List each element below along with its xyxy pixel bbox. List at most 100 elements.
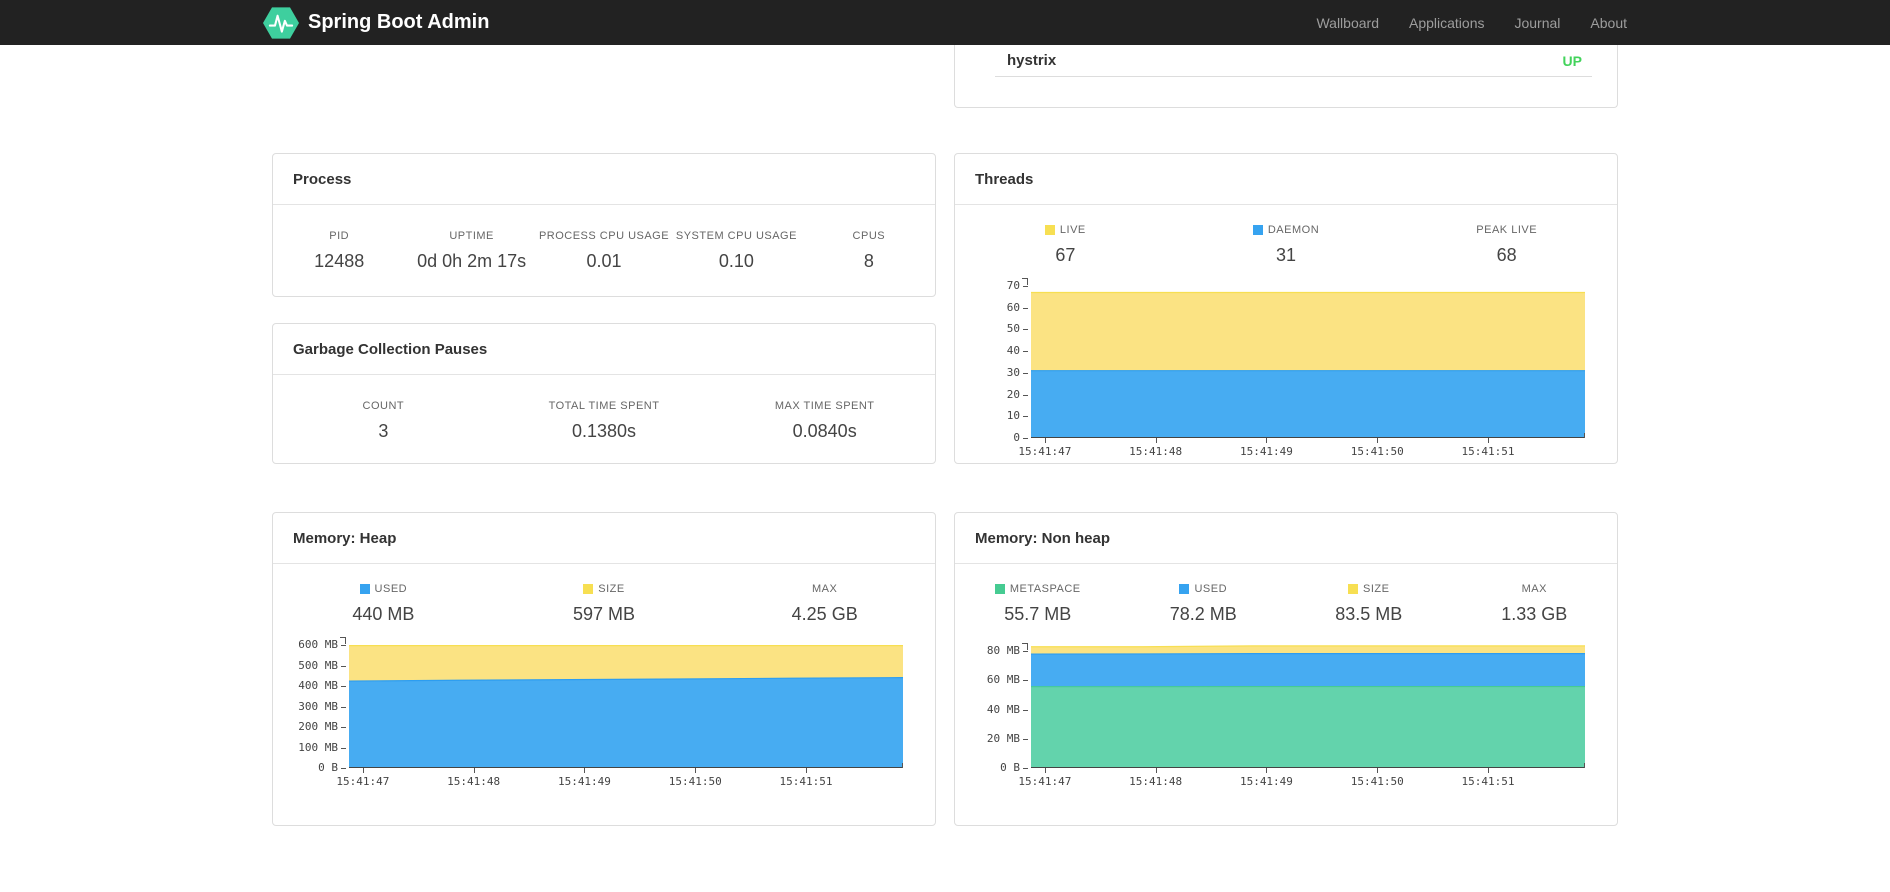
y-axis-tick [1023,680,1028,682]
y-axis-tick [341,686,346,687]
y-axis-label: 0 B [1000,761,1020,774]
y-axis-tick [1023,651,1028,652]
legend-swatch [1348,583,1359,594]
y-axis-tick [1023,351,1028,353]
y-axis-label: 200 MB [298,720,338,733]
x-axis-tick [473,768,475,773]
stat-value: 55.7 MB [1004,604,1072,624]
nonheap-plot-area: 0 B 20 MB 40 MB 60 MB 80 MB 15:41:47 15:41:48 1… [987,643,1585,788]
threads-chart: 0 10 20 30 40 50 60 70 15:41:47 15:41:48 15:41:49 1… [1007,278,1585,458]
x-axis-label: 15:41:47 [1018,775,1072,788]
y-axis-end-cap [1022,278,1028,285]
left-column-spacer [272,45,936,153]
stat-peak-live: PEAK LIVE 68 [1396,223,1617,266]
y-axis-label: 40 [1006,344,1020,358]
stat-value: 3 [378,421,389,441]
application-name-link[interactable]: hystrix [1007,52,1056,69]
stat-label: MAX [812,582,838,595]
stat-label: TOTAL TIME SPENT [548,399,660,412]
nav-link-wallboard[interactable]: Wallboard [1301,15,1394,31]
stat-value: 0.1380s [571,421,637,441]
memory-nonheap-panel-title: Memory: Non heap [955,513,1617,564]
y-axis-tick [1023,286,1028,287]
legend-swatch [1179,583,1190,594]
y-axis-tick [1023,438,1028,439]
x-axis-label: 15:41:48 [1129,775,1183,788]
stat-count: COUNT 3 [273,399,494,442]
threads-area-series [1031,262,1585,438]
nav-link-about[interactable]: About [1575,15,1627,31]
application-status-panel: hystrix UP [954,45,1618,108]
stat-label: CPUS [852,229,886,242]
brand-title: Spring Boot Admin [308,11,490,33]
x-axis-label: 15:41:48 [447,775,501,788]
y-axis-tick [341,768,346,769]
x-axis-label: 15:41:49 [1239,775,1293,788]
x-axis-tick [584,768,586,773]
y-axis-end-cap [340,637,346,644]
status-badge: UP [1562,52,1582,69]
stat-pid: PID 12488 [273,229,405,272]
x-axis-line [1031,437,1585,438]
x-axis-label: 15:41:49 [557,775,611,788]
y-axis-label: 300 MB [298,699,338,713]
x-axis-label: 15:41:50 [668,775,722,788]
y-axis-label: 50 [1006,322,1020,336]
y-axis-label: 40 MB [986,702,1020,716]
y-axis-end-cap [1022,643,1028,650]
nav-link-journal[interactable]: Journal [1499,15,1575,31]
threads-panel: Threads LIVE 67 DAEMON 31 PEAK LIVE 68 0 10 20 3… [954,153,1618,464]
memory-heap-panel: Memory: Heap USED 440 MB SIZE 597 MB MAX 4.25… [272,512,936,826]
gc-panel-title: Garbage Collection Pauses [273,324,935,375]
x-axis-tick [806,768,808,773]
y-axis-tick [1023,372,1028,374]
legend-swatch [1044,224,1055,235]
y-axis-label: 60 [1006,300,1020,314]
memory-nonheap-panel: Memory: Non heap METASPACE 55.7 MB USED 78.… [954,512,1618,826]
x-axis-end-cap [1584,763,1585,768]
stat-used: USED 78.2 MB [1121,582,1287,625]
x-axis-tick [1488,438,1490,443]
stat-label: PEAK LIVE [1476,223,1538,236]
stat-max-time-spent: MAX TIME SPENT 0.0840s [714,399,935,442]
process-panel: Process PID 12488 UPTIME 0d 0h 2m 17s PROCES… [272,153,936,297]
stat-metaspace: METASPACE 55.7 MB [955,582,1121,625]
x-axis-line [1031,767,1585,768]
y-axis-label: 100 MB [298,740,338,754]
stat-label: METASPACE [955,582,1121,595]
stat-label: MAX [1521,582,1547,595]
stat-value: 8 [863,251,874,271]
stat-size: SIZE 83.5 MB [1286,582,1452,625]
stat-daemon: DAEMON 31 [1176,223,1397,266]
application-status-row: hystrix UP [995,45,1592,77]
y-axis-label: 30 [1006,365,1020,379]
nav-links: Wallboard Applications Journal About [1301,15,1627,31]
stat-value: 12488 [314,251,365,271]
memory-nonheap-chart: 0 B 20 MB 40 MB 60 MB 80 MB 15:41:47 15:41:48 1… [987,643,1585,788]
brand[interactable]: Spring Boot Admin [263,5,489,41]
logo-hexagon [263,6,299,39]
y-axis-tick [1023,307,1028,309]
x-axis-end-cap [1584,433,1585,438]
y-axis-tick [341,727,346,728]
y-axis-label: 20 [1006,387,1020,401]
y-axis-tick [341,645,346,646]
stat-value: 0.01 [586,251,622,271]
nav-link-applications[interactable]: Applications [1394,15,1500,31]
process-stats: PID 12488 UPTIME 0d 0h 2m 17s PROCESS CPU US… [273,205,935,296]
x-axis-tick [1044,768,1046,773]
y-axis-tick [1023,416,1028,418]
x-axis-label: 15:41:50 [1350,445,1404,458]
stat-label: DAEMON [1176,223,1397,236]
y-axis-label: 70 [1006,279,1020,292]
x-axis-line [349,767,903,768]
stat-label: UPTIME [449,229,494,242]
stat-value: 0.0840s [792,421,857,441]
x-axis-tick [362,768,364,773]
y-axis-label: 60 MB [986,673,1020,687]
stat-max: MAX 4.25 GB [714,582,935,625]
stat-value: 0d 0h 2m 17s [417,251,527,271]
legend-swatch [1252,224,1263,235]
heap-plot-area: 0 B 100 MB 200 MB 300 MB 400 MB 500 MB 600 MB 1… [298,637,903,788]
stat-value: 1.33 GB [1501,604,1568,624]
